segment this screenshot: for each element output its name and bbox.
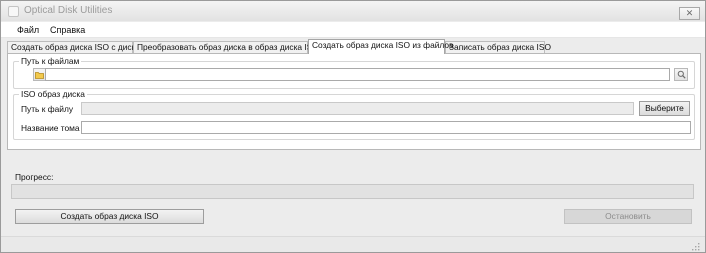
file-path-label: Путь к файлу bbox=[21, 104, 74, 114]
create-iso-button[interactable]: Создать образ диска ISO bbox=[15, 209, 204, 224]
search-icon bbox=[677, 70, 686, 79]
files-path-legend: Путь к файлам bbox=[19, 56, 82, 66]
progress-bar bbox=[11, 184, 694, 199]
main-window: Optical Disk Utilities ✕ Файл Справка Со… bbox=[0, 0, 706, 253]
menu-bar: Файл Справка bbox=[1, 22, 705, 38]
tab-strip: Создать образ диска ISO с диска Преобраз… bbox=[1, 39, 705, 54]
progress-label: Прогресс: bbox=[15, 172, 54, 182]
select-file-button[interactable]: Выберите bbox=[639, 101, 690, 116]
file-path-input[interactable] bbox=[81, 102, 634, 115]
window-title: Optical Disk Utilities bbox=[24, 5, 113, 16]
close-button[interactable]: ✕ bbox=[679, 7, 700, 20]
stop-button[interactable]: Остановить bbox=[564, 209, 692, 224]
iso-image-legend: ISO образ диска bbox=[19, 89, 87, 99]
files-path-group: Путь к файлам bbox=[13, 56, 695, 89]
app-icon bbox=[8, 6, 19, 17]
status-bar bbox=[1, 236, 705, 252]
close-icon: ✕ bbox=[685, 8, 694, 18]
files-path-input[interactable] bbox=[45, 68, 670, 81]
folder-icon bbox=[35, 71, 44, 79]
volume-name-label: Название тома bbox=[21, 123, 80, 133]
iso-image-group: ISO образ диска Путь к файлу Выберите На… bbox=[13, 89, 695, 140]
volume-name-input[interactable] bbox=[81, 121, 691, 134]
tab-panel: Путь к файлам ISO образ диска Путь к фай… bbox=[7, 53, 701, 150]
resize-grip-icon[interactable] bbox=[691, 242, 700, 251]
menu-item-file[interactable]: Файл bbox=[17, 25, 39, 35]
title-bar[interactable]: Optical Disk Utilities ✕ bbox=[1, 1, 705, 21]
tab-create-from-files[interactable]: Создать образ диска ISO из файлов bbox=[308, 39, 454, 54]
search-button[interactable] bbox=[674, 68, 688, 81]
menu-item-help[interactable]: Справка bbox=[50, 25, 85, 35]
